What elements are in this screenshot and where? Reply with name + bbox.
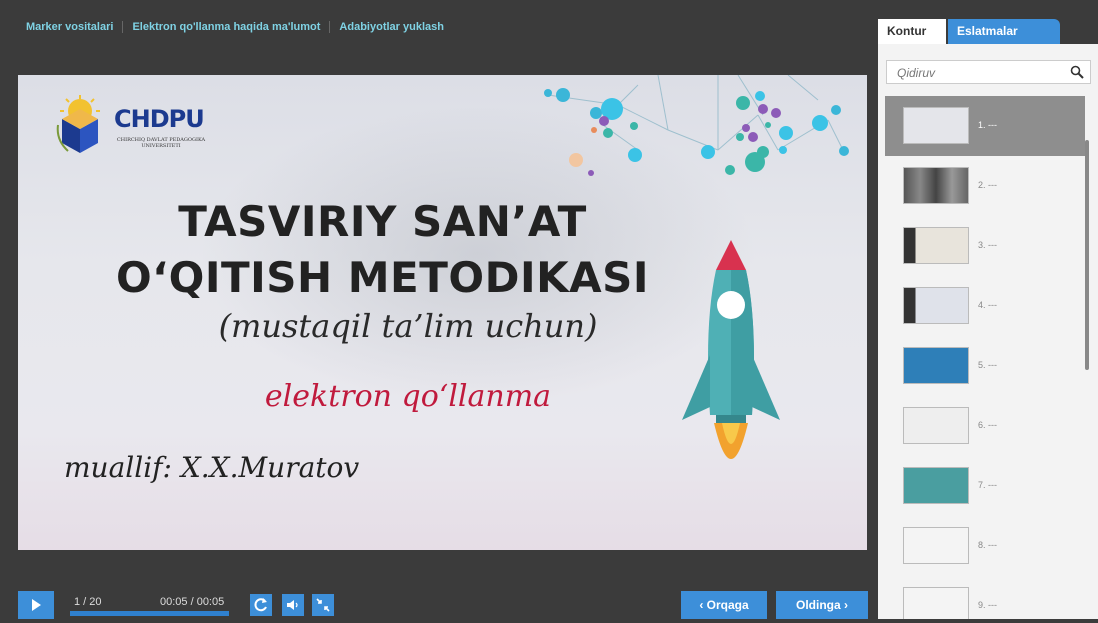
volume-button[interactable] bbox=[282, 594, 304, 616]
thumbnail-image bbox=[903, 587, 969, 619]
side-panel: Kontur Eslatmalar 1. --- 2. --- 3. --- bbox=[878, 0, 1098, 619]
thumbnail-label: 6. --- bbox=[978, 420, 997, 430]
thumbnail-image bbox=[903, 527, 969, 564]
player-controls: 1 / 20 00:05 / 00:05 ‹ Orqaga Oldinga › bbox=[0, 584, 878, 619]
rocket-icon bbox=[682, 240, 780, 459]
progress-bar[interactable] bbox=[70, 611, 229, 616]
top-nav: Marker vositalari Elektron qo'llanma haq… bbox=[26, 21, 444, 33]
fullscreen-exit-button[interactable] bbox=[312, 594, 334, 616]
thumbnail-image bbox=[903, 407, 969, 444]
nav-divider bbox=[329, 21, 331, 33]
replay-icon bbox=[254, 598, 267, 612]
logo-emblem-icon bbox=[56, 95, 100, 153]
play-button[interactable] bbox=[18, 591, 54, 619]
tab-kontur[interactable]: Kontur bbox=[878, 19, 946, 44]
thumbnail-label: 1. --- bbox=[978, 120, 997, 130]
thumbnail-label: 3. --- bbox=[978, 240, 997, 250]
thumbnail-image bbox=[903, 467, 969, 504]
search-input[interactable] bbox=[895, 65, 1069, 81]
thumbnail-image bbox=[903, 287, 969, 324]
thumbnail-label: 5. --- bbox=[978, 360, 997, 370]
prev-slide-button[interactable]: ‹ Orqaga bbox=[681, 591, 767, 619]
search-icon[interactable] bbox=[1070, 65, 1084, 79]
panel-tabs: Kontur Eslatmalar bbox=[878, 19, 1098, 44]
thumbnail-item[interactable]: 9. --- bbox=[885, 576, 1085, 619]
play-icon bbox=[32, 599, 41, 611]
thumbnail-image bbox=[903, 347, 969, 384]
thumbnail-item[interactable]: 1. --- bbox=[885, 96, 1085, 156]
university-logo: CHDPU CHIRCHIQ DAVLAT PEDAGOGIKA UNIVERS… bbox=[54, 95, 206, 157]
slide-counter: 1 / 20 bbox=[74, 596, 102, 608]
thumbnail-image bbox=[903, 107, 969, 144]
fullscreen-exit-icon bbox=[316, 598, 330, 612]
tab-eslatmalar[interactable]: Eslatmalar bbox=[948, 19, 1060, 44]
thumbnail-item[interactable]: 2. --- bbox=[885, 156, 1085, 216]
thumbnail-item[interactable]: 4. --- bbox=[885, 276, 1085, 336]
panel-body: 1. --- 2. --- 3. --- 4. --- 5. --- 6. --… bbox=[878, 44, 1098, 619]
thumbnail-label: 8. --- bbox=[978, 540, 997, 550]
top-bar: Marker vositalari Elektron qo'llanma haq… bbox=[0, 0, 878, 52]
logo-text: CHDPU bbox=[114, 105, 205, 133]
volume-icon bbox=[287, 600, 298, 610]
nav-divider bbox=[122, 21, 124, 33]
network-dots-decoration bbox=[544, 75, 849, 176]
nav-download-literature[interactable]: Adabiyotlar yuklash bbox=[339, 21, 444, 33]
thumbnail-item[interactable]: 7. --- bbox=[885, 456, 1085, 516]
nav-about-ebook[interactable]: Elektron qo'llanma haqida ma'lumot bbox=[132, 21, 320, 33]
thumbnail-label: 7. --- bbox=[978, 480, 997, 490]
thumbnail-item[interactable]: 6. --- bbox=[885, 396, 1085, 456]
logo-subtitle: CHIRCHIQ DAVLAT PEDAGOGIKA UNIVERSITETI bbox=[116, 137, 206, 149]
replay-button[interactable] bbox=[250, 594, 272, 616]
thumbnail-label: 2. --- bbox=[978, 180, 997, 190]
next-slide-button[interactable]: Oldinga › bbox=[776, 591, 868, 619]
thumbnail-image bbox=[903, 227, 969, 264]
thumbnail-label: 9. --- bbox=[978, 600, 997, 610]
thumbnail-item[interactable]: 5. --- bbox=[885, 336, 1085, 396]
thumbnail-scrollbar[interactable] bbox=[1085, 140, 1089, 370]
nav-marker-tools[interactable]: Marker vositalari bbox=[26, 21, 113, 33]
time-display: 00:05 / 00:05 bbox=[160, 596, 225, 608]
thumbnail-image bbox=[903, 167, 969, 204]
thumbnail-label: 4. --- bbox=[978, 300, 997, 310]
thumbnail-list: 1. --- 2. --- 3. --- 4. --- 5. --- 6. --… bbox=[885, 96, 1085, 619]
slide-author: muallif: X.X.Muratov bbox=[64, 451, 360, 484]
thumbnail-item[interactable]: 3. --- bbox=[885, 216, 1085, 276]
slide-canvas: CHDPU CHIRCHIQ DAVLAT PEDAGOGIKA UNIVERS… bbox=[18, 75, 867, 550]
search-box bbox=[886, 60, 1091, 84]
thumbnail-item[interactable]: 8. --- bbox=[885, 516, 1085, 576]
